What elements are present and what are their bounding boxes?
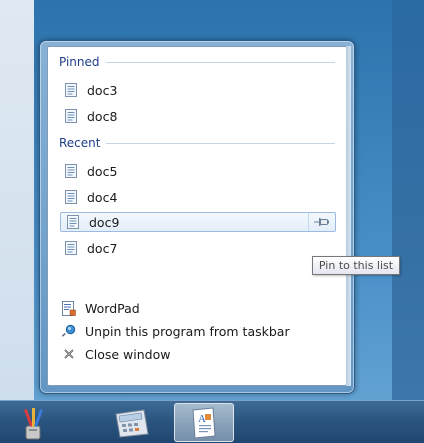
recent-item-doc5[interactable]: doc5 <box>59 161 335 181</box>
recent-item-doc7[interactable]: doc7 <box>59 238 335 258</box>
pinned-item-doc8[interactable]: doc8 <box>59 106 335 126</box>
task-label: Unpin this program from taskbar <box>85 323 290 339</box>
task-unpin-program[interactable]: Unpin this program from taskbar <box>59 321 335 341</box>
svg-text:A: A <box>198 413 206 425</box>
jump-list-edge <box>346 46 351 386</box>
pin-tooltip: Pin to this list <box>312 256 400 275</box>
pinned-item-label: doc3 <box>87 82 118 98</box>
pinned-section-header: Pinned <box>59 54 335 70</box>
pin-to-list-button[interactable] <box>308 213 335 231</box>
desktop-window-right <box>392 0 424 400</box>
recent-item-doc4[interactable]: doc4 <box>59 187 335 207</box>
task-wordpad[interactable]: WordPad <box>59 298 335 318</box>
document-icon <box>65 83 77 97</box>
taskbar-button-paint[interactable] <box>4 403 64 442</box>
task-label: WordPad <box>85 300 140 316</box>
taskbar-button-wordpad[interactable]: A <box>174 403 234 442</box>
taskbar-button-calculator[interactable] <box>100 403 160 442</box>
taskbar: A <box>0 400 424 443</box>
recent-item-doc9[interactable]: doc9 <box>60 212 336 232</box>
task-label: Close window <box>85 346 171 362</box>
close-window-icon <box>61 346 77 362</box>
document-icon <box>65 241 77 255</box>
wordpad-app-icon: A <box>192 406 216 439</box>
wordpad-icon <box>61 300 77 316</box>
document-icon <box>65 164 77 178</box>
recent-item-label: doc9 <box>89 214 120 230</box>
recent-section-header: Recent <box>59 135 335 151</box>
pinned-item-label: doc8 <box>87 108 118 124</box>
recent-item-label: doc4 <box>87 189 118 205</box>
recent-item-label: doc7 <box>87 240 118 256</box>
recent-item-label: doc5 <box>87 163 118 179</box>
paint-brushes-icon <box>23 407 43 439</box>
pinned-header-divider <box>105 62 335 63</box>
recent-header-divider <box>106 143 335 144</box>
document-icon <box>65 190 77 204</box>
desktop-window-left <box>0 0 34 400</box>
pinned-item-doc3[interactable]: doc3 <box>59 80 335 100</box>
pinned-header-label: Pinned <box>59 55 100 69</box>
document-icon <box>67 215 79 229</box>
calculator-icon <box>115 408 149 438</box>
task-close-window[interactable]: Close window <box>59 344 335 364</box>
recent-header-label: Recent <box>59 136 101 150</box>
document-icon <box>65 109 77 123</box>
unpin-icon <box>61 323 77 339</box>
pushpin-icon <box>314 218 329 226</box>
